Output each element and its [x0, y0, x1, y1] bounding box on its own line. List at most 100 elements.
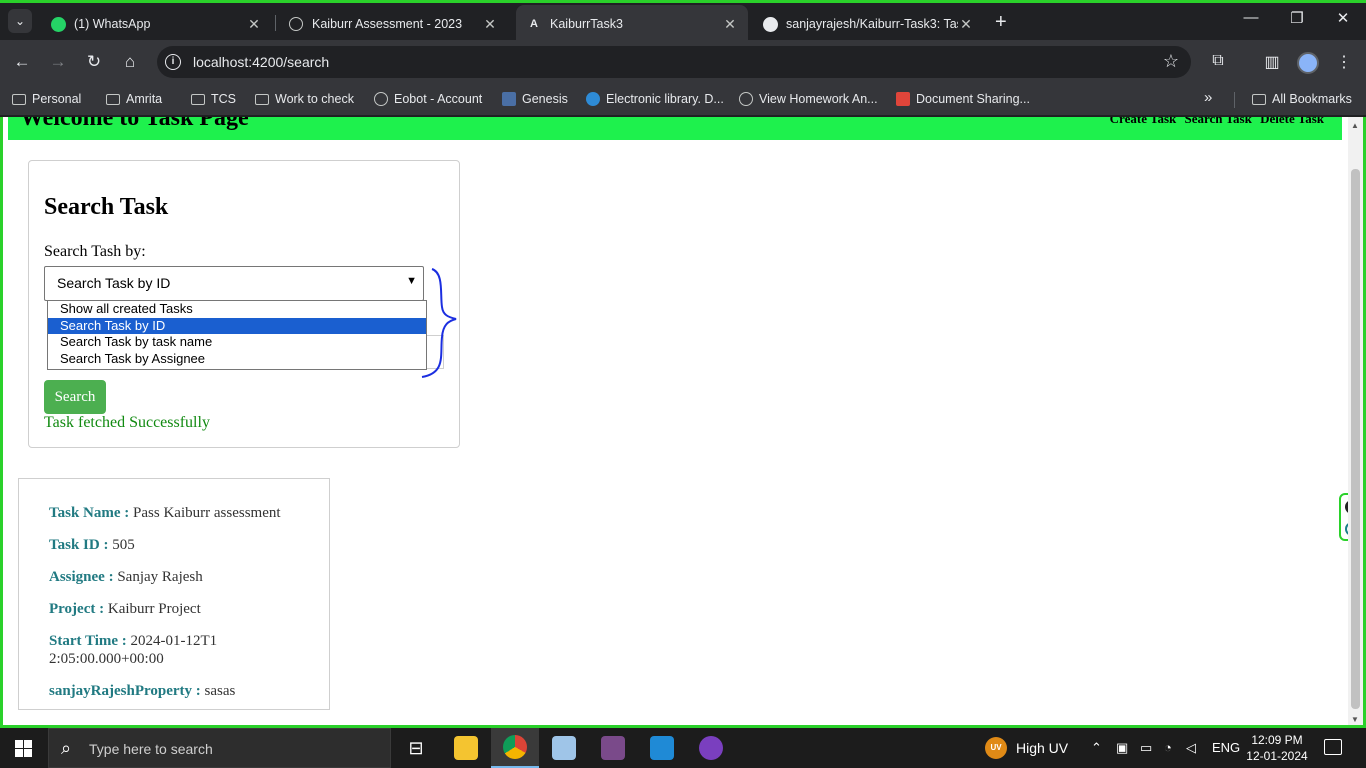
- page-title: Welcome to Task Page: [20, 117, 249, 131]
- browser-toolbar: ← → ↻ ⌂ i localhost:4200/search ☆ ⧉ ▥ ⋮: [0, 40, 1366, 84]
- bookmark-label: Eobot - Account: [394, 92, 483, 106]
- close-icon[interactable]: ✕: [482, 16, 498, 33]
- tab-title: Kaiburr Assessment - 2023: [312, 17, 463, 31]
- tab-whatsapp[interactable]: (1) WhatsApp ✕: [40, 5, 272, 43]
- reload-button[interactable]: ↻: [82, 50, 106, 74]
- menu-icon[interactable]: ⋮: [1333, 52, 1355, 72]
- option-search-by-id[interactable]: Search Task by ID: [48, 317, 426, 334]
- volume-icon[interactable]: ◁: [1186, 740, 1196, 756]
- project-field: Project : Kaiburr Project: [49, 600, 309, 618]
- home-button[interactable]: ⌂: [118, 50, 142, 74]
- bookmark-folder-amrita[interactable]: Amrita: [106, 92, 162, 106]
- taskbar-search-box[interactable]: ⌕ Type here to search: [48, 728, 391, 768]
- page-scrollbar[interactable]: ▲ ▼: [1348, 117, 1363, 728]
- url-text[interactable]: localhost:4200/search: [193, 54, 329, 70]
- assignee-field: Assignee : Sanjay Rajesh: [49, 568, 309, 586]
- scrollbar-thumb[interactable]: [1351, 169, 1360, 709]
- bookmark-label: Document Sharing...: [916, 92, 1030, 106]
- address-bar[interactable]: i localhost:4200/search ☆: [157, 46, 1191, 78]
- bookmark-folder-personal[interactable]: Personal: [12, 92, 81, 106]
- field-key: Assignee :: [49, 569, 114, 585]
- search-by-label: Search Tash by:: [44, 243, 146, 260]
- forward-button[interactable]: →: [46, 50, 70, 74]
- bookmark-star-icon[interactable]: ☆: [1163, 51, 1179, 72]
- bookmark-label: Electronic library. D...: [606, 92, 724, 106]
- option-show-all[interactable]: Show all created Tasks: [48, 301, 426, 318]
- close-icon[interactable]: ✕: [246, 16, 262, 33]
- search-type-select[interactable]: Search Task by ID ▼: [44, 266, 424, 301]
- bookmark-genesis[interactable]: Genesis: [502, 92, 568, 106]
- windows-taskbar: ⌕ Type here to search ⊟ UV High UV ⌃ ▣ ▭…: [0, 728, 1366, 768]
- all-bookmarks-button[interactable]: All Bookmarks: [1252, 92, 1352, 106]
- tab-title: KaiburrTask3: [550, 17, 623, 31]
- option-search-by-assignee[interactable]: Search Task by Assignee: [48, 351, 426, 368]
- chevron-up-icon[interactable]: ⌃: [1091, 740, 1102, 756]
- field-value: Kaiburr Project: [107, 601, 201, 617]
- bookmark-elibrary[interactable]: Electronic library. D...: [586, 92, 724, 106]
- bookmark-folder-work[interactable]: Work to check: [255, 92, 354, 106]
- search-button[interactable]: Search: [44, 380, 106, 414]
- tab-strip: ⌄ (1) WhatsApp ✕ Kaiburr Assessment - 20…: [0, 0, 1366, 43]
- close-icon[interactable]: ✕: [958, 16, 974, 33]
- tab-github[interactable]: sanjayrajesh/Kaiburr-Task3: Task ✕: [752, 5, 984, 43]
- task-result-card: Task Name : Pass Kaiburr assessment Task…: [18, 478, 330, 710]
- site-info-icon[interactable]: i: [165, 54, 181, 70]
- scroll-up-icon[interactable]: ▲: [1351, 121, 1359, 130]
- chevron-right-icon[interactable]: »: [1204, 89, 1212, 106]
- search-type-dropdown: Show all created Tasks Search Task by ID…: [47, 300, 427, 370]
- scroll-down-icon[interactable]: ▼: [1351, 715, 1359, 724]
- option-search-by-name[interactable]: Search Task by task name: [48, 334, 426, 351]
- windows-start-icon[interactable]: [15, 740, 32, 757]
- tab-title: (1) WhatsApp: [74, 17, 151, 31]
- nav-delete-task[interactable]: Delete Task: [1260, 117, 1324, 126]
- file-explorer-icon[interactable]: [442, 728, 490, 768]
- weather-widget[interactable]: UV High UV: [985, 737, 1068, 759]
- close-window-button[interactable]: ✕: [1320, 9, 1366, 27]
- bookmark-eobot[interactable]: Eobot - Account: [374, 92, 482, 106]
- notification-icon[interactable]: [1324, 739, 1342, 755]
- bookmark-document-sharing[interactable]: Document Sharing...: [896, 92, 1030, 106]
- angular-icon: A: [530, 18, 538, 30]
- vscode-icon[interactable]: [638, 728, 686, 768]
- profile-avatar[interactable]: [1297, 52, 1319, 74]
- battery-icon[interactable]: ▭: [1140, 740, 1152, 756]
- field-value: Sanjay Rajesh: [117, 569, 203, 585]
- tab-kaiburr-assessment[interactable]: Kaiburr Assessment - 2023 ✕: [278, 5, 508, 43]
- bookmarks-bar: Personal Amrita TCS Work to check Eobot …: [0, 84, 1366, 116]
- bookmark-label: Amrita: [126, 92, 163, 106]
- tab-title: sanjayrajesh/Kaiburr-Task3: Task: [786, 17, 958, 31]
- tab-kaiburrtask3[interactable]: A KaiburrTask3 ✕: [516, 5, 748, 43]
- custom-property-field: sanjayRajeshProperty : sasas: [49, 682, 309, 700]
- bookmark-homework[interactable]: View Homework An...: [739, 92, 878, 106]
- tab-search-button[interactable]: ⌄: [8, 9, 32, 33]
- globe-icon: [374, 92, 388, 106]
- restore-button[interactable]: ❐: [1274, 9, 1320, 27]
- system-clock[interactable]: 12:09 PM 12-01-2024: [1245, 732, 1309, 764]
- field-key: Start Time :: [49, 633, 127, 649]
- new-tab-button[interactable]: +: [995, 11, 1007, 34]
- bookmark-folder-tcs[interactable]: TCS: [191, 92, 236, 106]
- nav-search-task[interactable]: Search Task: [1185, 117, 1252, 126]
- task-view-icon[interactable]: ⊟: [392, 728, 440, 768]
- minimize-button[interactable]: —: [1228, 9, 1274, 26]
- extensions-icon[interactable]: ⧉: [1207, 52, 1229, 70]
- angular-app-icon[interactable]: [589, 728, 637, 768]
- notepad-icon[interactable]: [540, 728, 588, 768]
- chrome-icon[interactable]: [491, 728, 539, 768]
- folder-icon: [255, 93, 269, 105]
- globe-icon: [739, 92, 753, 106]
- back-button[interactable]: ←: [10, 50, 34, 74]
- header-nav: Create Task Search Task Delete Task: [1105, 117, 1324, 127]
- genesis-icon: [502, 92, 516, 106]
- field-value: 505: [112, 537, 135, 553]
- language-indicator[interactable]: ENG: [1212, 740, 1240, 755]
- side-panel-icon[interactable]: ▥: [1261, 52, 1283, 72]
- task-name-field: Task Name : Pass Kaiburr assessment: [49, 504, 309, 522]
- nav-create-task[interactable]: Create Task: [1110, 117, 1177, 126]
- github-desktop-icon[interactable]: [687, 728, 735, 768]
- wifi-icon[interactable]: ◔: [1164, 740, 1172, 755]
- close-icon[interactable]: ✕: [722, 16, 738, 33]
- all-bookmarks-label: All Bookmarks: [1272, 92, 1352, 106]
- meet-icon[interactable]: ▣: [1116, 740, 1128, 756]
- bookmark-label: Work to check: [275, 92, 354, 106]
